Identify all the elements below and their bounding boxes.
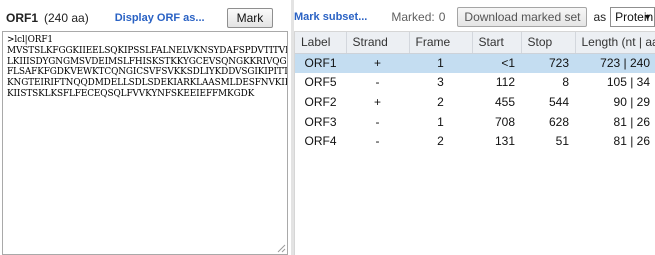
row-length: 90 | 29 (613, 94, 650, 109)
row-start: 131 (494, 134, 515, 149)
table-row[interactable]: ORF4 - 2 131 51 81 | 26 (295, 131, 655, 151)
column-header-strand[interactable]: Strand (346, 32, 410, 54)
column-header-frame[interactable]: Frame (409, 32, 473, 54)
row-frame: 2 (437, 134, 444, 149)
mark-button[interactable]: Mark (226, 8, 274, 28)
row-length: 81 | 26 (613, 114, 650, 129)
row-length: 81 | 26 (613, 134, 650, 149)
resize-grip-icon[interactable] (276, 243, 286, 253)
orf-list-pane: Mark subset... Marked: 0 Download marked… (294, 0, 655, 255)
row-start: 455 (494, 94, 515, 109)
row-stop: 628 (548, 114, 569, 129)
row-stop: 51 (555, 134, 569, 149)
row-start: <1 (472, 53, 521, 73)
orf-sequence-pane: ORF1 (240 aa) Display ORF as... Mark >lc… (0, 0, 291, 255)
table-row[interactable]: ORF2 + 2 455 544 90 | 29 (295, 92, 655, 112)
column-header-length[interactable]: Length (nt | aa) (575, 32, 655, 54)
sequence-textarea[interactable]: >lcl|ORF1 MVSTSLKFGGKIIEELSQKIPSSLFALNEL… (2, 31, 288, 255)
row-stop: 8 (562, 75, 569, 90)
orf-sequence-header: ORF1 (240 aa) Display ORF as... Mark (6, 8, 274, 28)
row-stop: 723 (521, 53, 575, 73)
marked-label: Marked: (391, 10, 435, 24)
row-frame: 3 (437, 75, 444, 90)
row-label: ORF2 (304, 94, 337, 109)
orf-table-container: Label Strand Frame Start Stop Length (nt… (294, 31, 655, 255)
row-strand: + (346, 53, 409, 73)
row-length: 105 | 34 (606, 75, 650, 90)
sequence-line: >lcl|ORF1 (7, 35, 53, 45)
row-frame: 1 (437, 114, 444, 129)
orf-title: ORF1 (6, 11, 39, 25)
marked-count: 0 (438, 10, 446, 24)
download-format-select[interactable]: Protein FASTA ▼ (610, 7, 655, 27)
display-orf-as-link[interactable]: Display ORF as... (115, 12, 205, 24)
sequence-line: KIISTSKLKSFLFECEQSQLFVVKYNFSKEEIEFFMKGDK (7, 88, 255, 99)
table-row[interactable]: ORF5 - 3 112 8 105 | 34 (295, 73, 655, 93)
row-start: 708 (494, 114, 515, 129)
row-label: ORF4 (304, 134, 337, 149)
orf-length: (240 aa) (44, 11, 89, 25)
row-stop: 544 (548, 94, 569, 109)
sequence-line: MVSTSLKFGGKIIEELSQKIPSSLFALNELVKNSYDAFSP… (7, 45, 288, 56)
row-label: ORF1 (295, 53, 346, 73)
mark-subset-link[interactable]: Mark subset... (294, 11, 367, 23)
row-frame: 1 (409, 53, 472, 73)
chevron-down-icon: ▼ (643, 12, 652, 22)
table-row[interactable]: ORF3 - 1 708 628 81 | 26 (295, 112, 655, 132)
as-label: as (593, 10, 607, 24)
column-header-stop[interactable]: Stop (521, 32, 576, 54)
sequence-line: KNGTEIRIFTNQQDMDELLSDLSDEKIARKLAASMLDESF… (7, 78, 287, 89)
row-frame: 2 (437, 94, 444, 109)
row-length: 723 | 240 (575, 53, 655, 73)
row-strand: - (375, 134, 380, 149)
orf-table: Label Strand Frame Start Stop Length (nt… (295, 32, 655, 151)
table-row[interactable]: ORF1 + 1 <1 723 723 | 240 (295, 53, 655, 73)
orf-list-toolbar: Mark subset... Marked: 0 Download marked… (294, 6, 655, 28)
download-marked-set-button[interactable]: Download marked set (457, 7, 588, 27)
sequence-line: LKIIISDYGNGMSVDEIMSLFHISKSTKKYGCEVSQNGKK… (7, 56, 288, 67)
sequence-line: FLSAFKFGDKVEWKTCQNGICSVFSVKKSDLIYKDDVSGI… (7, 67, 288, 78)
table-header-row: Label Strand Frame Start Stop Length (nt… (295, 32, 655, 54)
row-start: 112 (495, 75, 515, 90)
row-label: ORF3 (304, 114, 337, 129)
column-header-start[interactable]: Start (472, 32, 522, 54)
row-strand: - (375, 114, 380, 129)
column-header-label[interactable]: Label (295, 32, 347, 54)
row-strand: + (373, 94, 381, 109)
row-label: ORF5 (304, 75, 337, 90)
row-strand: - (375, 75, 380, 90)
